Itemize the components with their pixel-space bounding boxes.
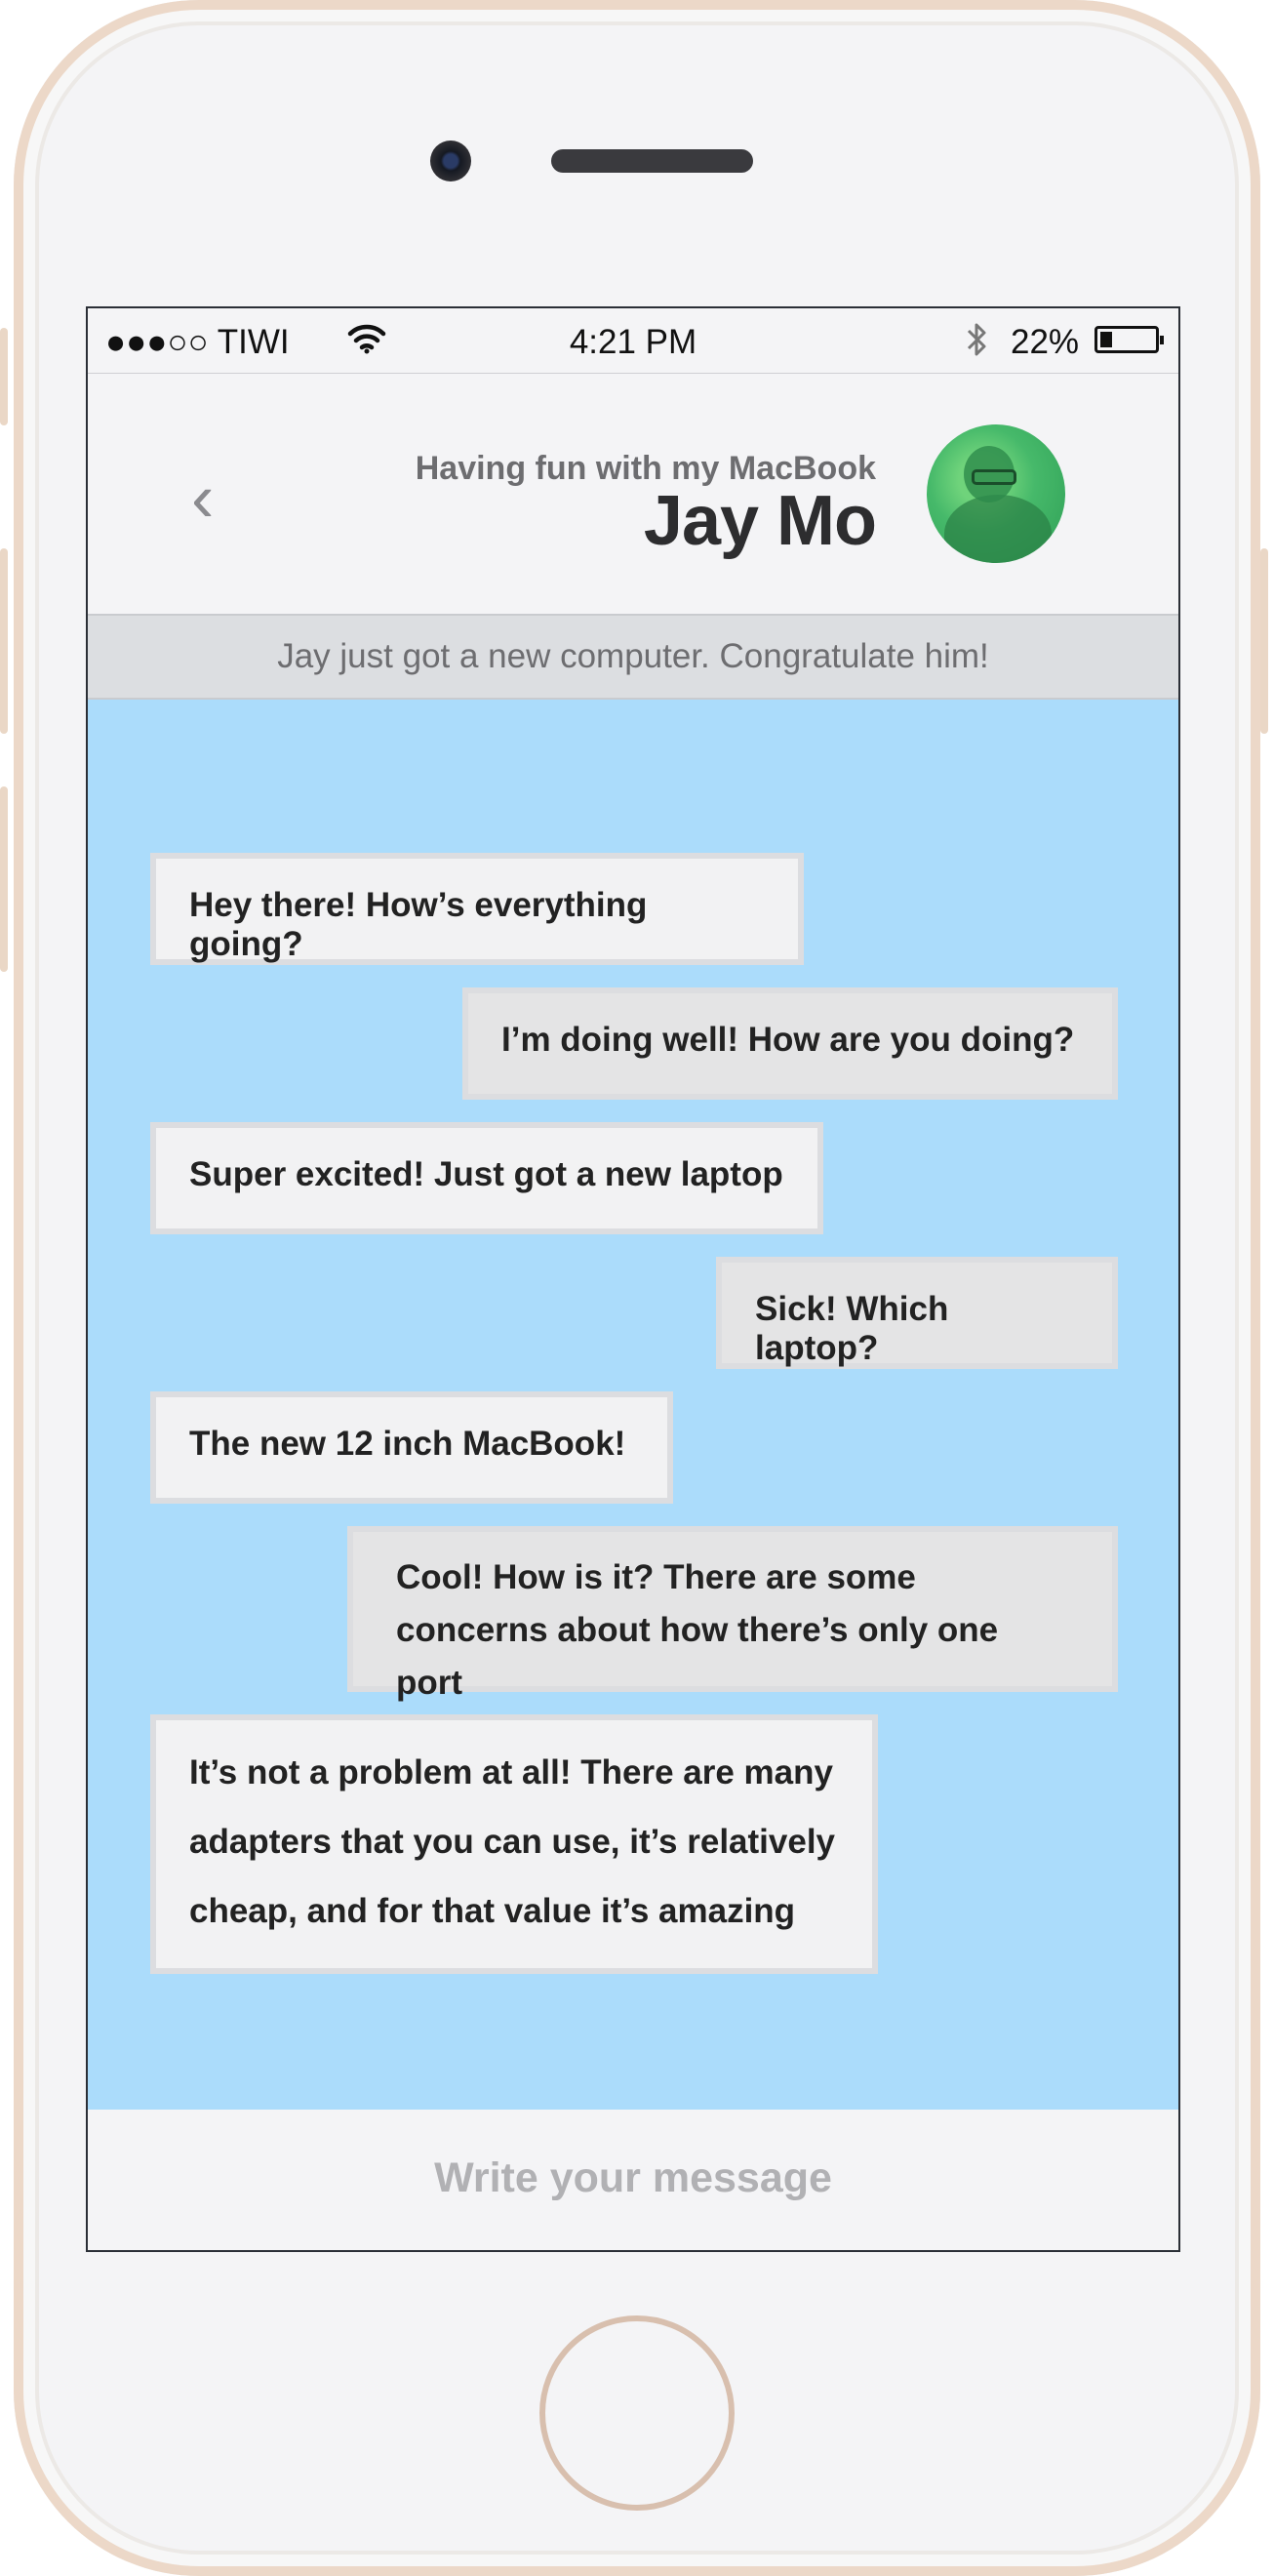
status-banner: Jay just got a new computer. Congratulat… (88, 614, 1178, 700)
battery-icon (1095, 326, 1164, 353)
mute-switch (0, 328, 8, 425)
battery-fill (1100, 332, 1112, 347)
message-bubble-outgoing: Sick! Which laptop? (716, 1257, 1118, 1369)
front-camera (430, 141, 471, 181)
power-button (1260, 548, 1268, 734)
volume-up-button (0, 548, 8, 734)
contact-name: Jay Mo (643, 482, 877, 560)
message-bubble-incoming: Hey there! How’s everything going? (150, 853, 804, 965)
avatar[interactable] (927, 424, 1065, 563)
bluetooth-icon (964, 320, 989, 368)
message-bubble-incoming: Super excited! Just got a new laptop (150, 1122, 823, 1234)
home-button[interactable] (539, 2315, 735, 2511)
battery-nub (1160, 336, 1164, 344)
message-list: Hey there! How’s everything going? I’m d… (88, 700, 1178, 2110)
status-bar: ●●●○○ TIWI 4:21 PM 22% (88, 308, 1178, 374)
avatar-body-shape (944, 495, 1052, 563)
message-bubble-outgoing: I’m doing well! How are you doing? (462, 987, 1118, 1100)
message-bubble-outgoing: Cool! How is it? There are some concerns… (347, 1526, 1118, 1702)
back-chevron-icon[interactable]: ‹ (191, 463, 214, 532)
chat-header: ‹ Having fun with my MacBook Jay Mo (88, 374, 1178, 614)
message-input[interactable]: Write your message (88, 2154, 1178, 2202)
volume-down-button (0, 786, 8, 972)
phone-screen: ●●●○○ TIWI 4:21 PM 22% ‹ Having fun with… (86, 306, 1180, 2252)
message-bubble-incoming: It’s not a problem at all! There are man… (150, 1714, 878, 1974)
message-composer[interactable]: Write your message (88, 2110, 1178, 2250)
earpiece-speaker (551, 149, 753, 173)
message-bubble-incoming: The new 12 inch MacBook! (150, 1391, 673, 1504)
avatar-glasses-shape (972, 469, 1016, 485)
battery-percent: 22% (1011, 323, 1080, 361)
